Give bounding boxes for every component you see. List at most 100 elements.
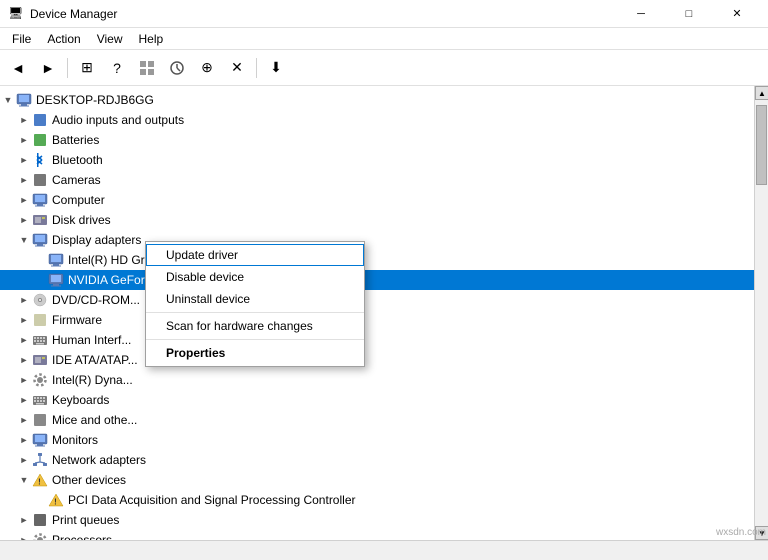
tree-item-humanintf[interactable]: ►Human Interf... [0,330,754,350]
tree-label-monitors: Monitors [52,433,98,447]
tree-item-monitors[interactable]: ► Monitors [0,430,754,450]
menu-item-help[interactable]: Help [131,28,172,50]
tree-label-mice: Mice and othe... [52,413,137,427]
tree-item-keyboards[interactable]: ► Keyboards [0,390,754,410]
tree-item-cameras[interactable]: ►Cameras [0,170,754,190]
tree-label-inteldyn: Intel(R) Dyna... [52,373,133,387]
toolbar-download-button[interactable]: ⬇ [262,54,290,82]
context-sep-sep2 [146,339,364,340]
scrollbar[interactable]: ▲ ▼ [754,86,768,540]
window-title: Device Manager [30,7,117,21]
tree-item-intel[interactable]: ►Intel(R) HD Graphics 520 [0,250,754,270]
tree-item-ideata[interactable]: ► IDE ATA/ATAP... [0,350,754,370]
tree-label-other: Other devices [52,473,126,487]
tree-item-printqueues[interactable]: ►Print queues [0,510,754,530]
tree-label-bluetooth: Bluetooth [52,153,103,167]
tree-expander-mice[interactable]: ► [16,412,32,428]
tree-expander-bluetooth[interactable]: ► [16,152,32,168]
toolbar-back-button[interactable]: ◄ [4,54,32,82]
tree-icon-cameras [32,172,48,188]
tree-label-processors: Processors [52,533,112,540]
scrollbar-thumb[interactable] [756,105,767,185]
tree-icon-printqueues [32,512,48,528]
tree-icon-nvidia [48,272,64,288]
toolbar-grid-button[interactable]: ⊞ [73,54,101,82]
tree-expander-batteries[interactable]: ► [16,132,32,148]
tree-expander-printqueues[interactable]: ► [16,512,32,528]
tree-item-firmware[interactable]: ► Firmware [0,310,754,330]
minimize-button[interactable]: ─ [618,0,664,28]
context-menu-item-properties[interactable]: Properties [146,342,364,364]
toolbar-forward-button[interactable]: ► [34,54,62,82]
toolbar-btn3[interactable] [133,54,161,82]
tree-icon-diskdrives [32,212,48,228]
tree-label-batteries: Batteries [52,133,99,147]
tree-icon-batteries [32,132,48,148]
tree-expander-cameras[interactable]: ► [16,172,32,188]
tree-item-other[interactable]: ▼!Other devices [0,470,754,490]
tree-icon-humanintf [32,332,48,348]
tree-expander-keyboards[interactable]: ► [16,392,32,408]
toolbar-btn4[interactable] [163,54,191,82]
tree-expander-inteldyn[interactable]: ► [16,372,32,388]
menu-item-file[interactable]: File [4,28,39,50]
tree-icon-root [16,92,32,108]
tree-icon-network [32,452,48,468]
tree-label-dvdcd: DVD/CD-ROM... [52,293,140,307]
context-menu: Update driverDisable deviceUninstall dev… [145,241,365,367]
tree-expander-network[interactable]: ► [16,452,32,468]
app-icon: 🖥 [8,6,24,22]
tree-icon-mice [32,412,48,428]
scroll-up-button[interactable]: ▲ [755,86,768,100]
context-menu-item-uninstall[interactable]: Uninstall device [146,288,364,310]
tree-expander-processors[interactable]: ► [16,532,32,540]
tree-item-root[interactable]: ▼DESKTOP-RDJB6GG [0,90,754,110]
toolbar-add-button[interactable]: ⊕ [193,54,221,82]
tree-expander-audio[interactable]: ► [16,112,32,128]
tree-item-pci[interactable]: ►!PCI Data Acquisition and Signal Proces… [0,490,754,510]
toolbar-remove-button[interactable]: ✕ [223,54,251,82]
tree-item-processors[interactable]: ► Processors [0,530,754,540]
menu-bar: FileActionViewHelp [0,28,768,50]
tree-item-diskdrives[interactable]: ►Disk drives [0,210,754,230]
tree-label-keyboards: Keyboards [52,393,109,407]
tree-item-batteries[interactable]: ► Batteries [0,130,754,150]
tree-item-computer[interactable]: ►Computer [0,190,754,210]
tree-item-dvdcd[interactable]: ► DVD/CD-ROM... [0,290,754,310]
tree-item-displayadapters[interactable]: ▼Display adapters [0,230,754,250]
context-menu-item-update[interactable]: Update driver [146,244,364,266]
tree-label-firmware: Firmware [52,313,102,327]
tree-expander-other[interactable]: ▼ [16,472,32,488]
tree-expander-diskdrives[interactable]: ► [16,212,32,228]
tree-item-audio[interactable]: ►Audio inputs and outputs [0,110,754,130]
scrollbar-thumb-area [755,100,768,526]
tree-item-network[interactable]: ► Network adapters [0,450,754,470]
close-button[interactable]: ✕ [714,0,760,28]
tree-label-network: Network adapters [52,453,146,467]
tree-expander-root[interactable]: ▼ [0,92,16,108]
menu-item-view[interactable]: View [89,28,131,50]
tree-expander-computer[interactable]: ► [16,192,32,208]
context-menu-item-disable[interactable]: Disable device [146,266,364,288]
tree-icon-dvdcd [32,292,48,308]
tree-item-bluetooth[interactable]: ► Bluetooth [0,150,754,170]
toolbar-separator-2 [256,58,257,78]
tree-expander-monitors[interactable]: ► [16,432,32,448]
tree-label-pci: PCI Data Acquisition and Signal Processi… [68,493,355,507]
tree-label-ideata: IDE ATA/ATAP... [52,353,138,367]
tree-item-mice[interactable]: ► Mice and othe... [0,410,754,430]
tree-icon-monitors [32,432,48,448]
toolbar-separator-1 [67,58,68,78]
menu-item-action[interactable]: Action [39,28,88,50]
tree-expander-displayadapters[interactable]: ▼ [16,232,32,248]
device-tree[interactable]: ▼DESKTOP-RDJB6GG►Audio inputs and output… [0,86,754,540]
tree-item-inteldyn[interactable]: ► Intel(R) Dyna... [0,370,754,390]
toolbar-help-button[interactable]: ? [103,54,131,82]
tree-expander-humanintf[interactable]: ► [16,332,32,348]
tree-expander-dvdcd[interactable]: ► [16,292,32,308]
tree-expander-firmware[interactable]: ► [16,312,32,328]
tree-expander-ideata[interactable]: ► [16,352,32,368]
context-menu-item-scan[interactable]: Scan for hardware changes [146,315,364,337]
maximize-button[interactable]: □ [666,0,712,28]
tree-item-nvidia[interactable]: ►NVIDIA GeForce 940M [0,270,754,290]
